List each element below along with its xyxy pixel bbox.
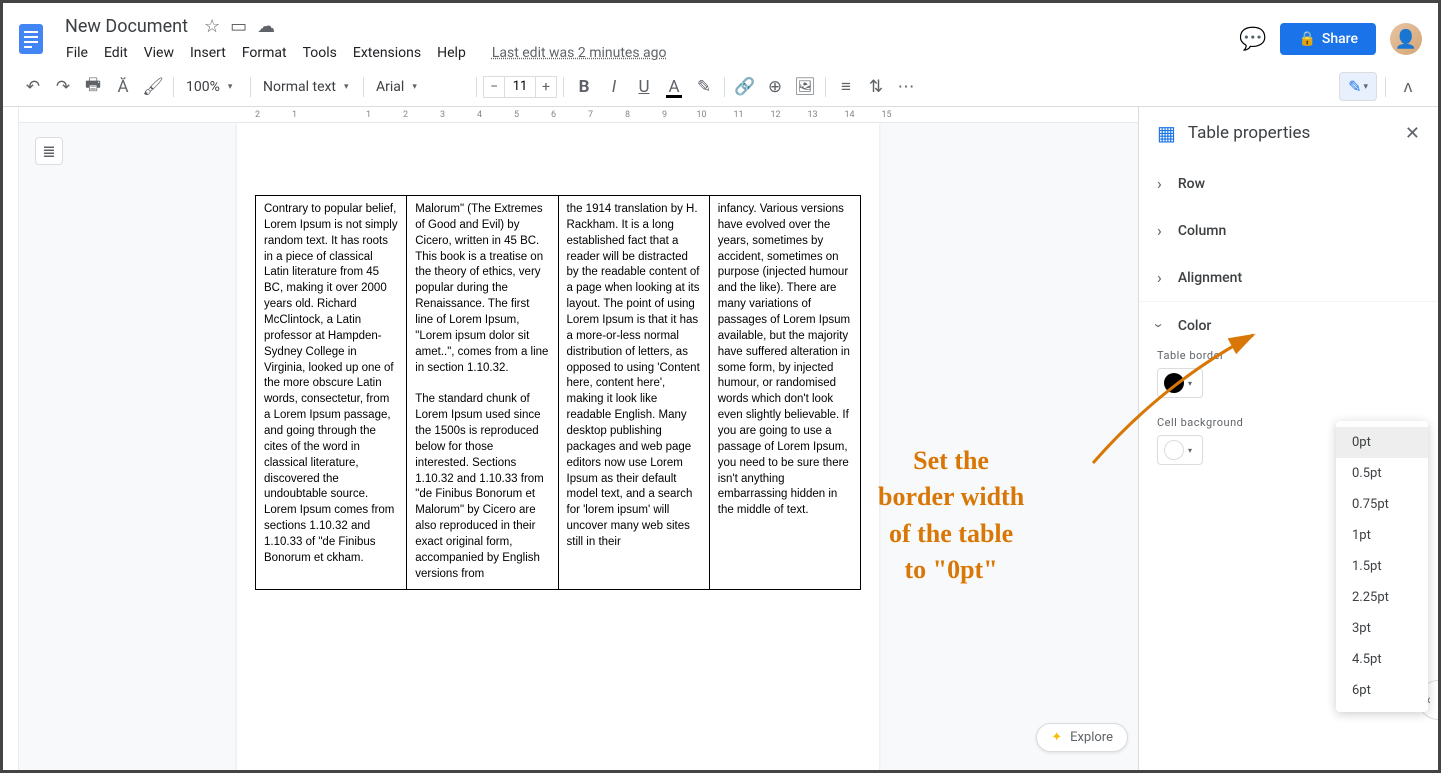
share-label: Share bbox=[1322, 31, 1358, 47]
insert-image-button[interactable]: 🖼 bbox=[791, 73, 819, 101]
border-width-option[interactable]: 4.5pt bbox=[1336, 644, 1428, 675]
explore-button[interactable]: ✦ Explore bbox=[1036, 723, 1128, 752]
border-color-picker[interactable] bbox=[1157, 368, 1203, 398]
menu-bar: File Edit View Insert Format Tools Exten… bbox=[59, 41, 1239, 65]
border-width-option[interactable]: 1.5pt bbox=[1336, 551, 1428, 582]
share-button[interactable]: 🔒 Share bbox=[1280, 23, 1376, 55]
table-border-label: Table border bbox=[1157, 349, 1420, 362]
section-row[interactable]: › Row bbox=[1139, 160, 1438, 207]
underline-button[interactable]: U bbox=[630, 73, 658, 101]
bold-button[interactable]: B bbox=[570, 73, 598, 101]
section-color[interactable]: › Color bbox=[1139, 301, 1438, 349]
border-width-option[interactable]: 0.5pt bbox=[1336, 458, 1428, 489]
more-button[interactable]: ⋯ bbox=[892, 73, 920, 101]
table-cell[interactable]: the 1914 translation by H. Rackham. It i… bbox=[558, 196, 709, 590]
menu-edit[interactable]: Edit bbox=[97, 41, 135, 65]
font-size-increase[interactable]: + bbox=[535, 76, 557, 98]
font-select[interactable]: Arial bbox=[370, 75, 470, 99]
paragraph-style-select[interactable]: Normal text bbox=[257, 75, 357, 99]
vertical-ruler[interactable] bbox=[3, 107, 19, 770]
insert-link-button[interactable]: 🔗 bbox=[731, 73, 759, 101]
comments-icon[interactable]: 💬 bbox=[1239, 27, 1266, 52]
horizontal-ruler[interactable]: 21123456789101112131415 bbox=[3, 107, 1138, 123]
editing-mode-button[interactable]: ✎▾ bbox=[1339, 72, 1377, 101]
explore-icon: ✦ bbox=[1051, 730, 1062, 745]
print-button[interactable]: 🖶 bbox=[79, 73, 107, 101]
chevron-right-icon: › bbox=[1157, 174, 1162, 193]
table-properties-sidebar: ▦ Table properties ✕ › Row › Column › Al… bbox=[1138, 107, 1438, 770]
user-avatar[interactable]: 👤 bbox=[1390, 23, 1422, 55]
border-width-option[interactable]: 2.25pt bbox=[1336, 582, 1428, 613]
spellcheck-button[interactable]: Ă bbox=[109, 73, 137, 101]
undo-button[interactable]: ↶ bbox=[19, 73, 47, 101]
text-color-button[interactable]: A bbox=[660, 73, 688, 101]
menu-insert[interactable]: Insert bbox=[183, 41, 233, 65]
menu-view[interactable]: View bbox=[137, 41, 181, 65]
italic-button[interactable]: I bbox=[600, 73, 628, 101]
last-edit-label[interactable]: Last edit was 2 minutes ago bbox=[485, 41, 674, 65]
table-cell[interactable]: infancy. Various versions have evolved o… bbox=[709, 196, 860, 590]
move-icon[interactable]: ▭ bbox=[230, 16, 247, 37]
menu-format[interactable]: Format bbox=[235, 41, 294, 65]
section-column[interactable]: › Column bbox=[1139, 207, 1438, 254]
chevron-right-icon: › bbox=[1157, 221, 1162, 240]
lock-icon: 🔒 bbox=[1298, 31, 1315, 47]
border-width-dropdown: 0pt0.5pt0.75pt1pt1.5pt2.25pt3pt4.5pt6pt bbox=[1336, 421, 1428, 712]
table-cell[interactable]: Contrary to popular belief, Lorem Ipsum … bbox=[256, 196, 407, 590]
outline-toggle-button[interactable]: ≣ bbox=[35, 137, 63, 165]
document-area: 21123456789101112131415 ≣ Contrary to po… bbox=[3, 107, 1138, 770]
menu-file[interactable]: File bbox=[59, 41, 95, 65]
font-size-decrease[interactable]: − bbox=[483, 76, 505, 98]
sidebar-close-button[interactable]: ✕ bbox=[1405, 123, 1420, 144]
border-width-option[interactable]: 6pt bbox=[1336, 675, 1428, 706]
insert-comment-button[interactable]: ⊕ bbox=[761, 73, 789, 101]
menu-help[interactable]: Help bbox=[430, 41, 473, 65]
sidebar-title: Table properties bbox=[1188, 123, 1393, 143]
docs-logo[interactable] bbox=[11, 19, 51, 59]
highlight-button[interactable]: ✎ bbox=[690, 73, 718, 101]
zoom-select[interactable]: 100% bbox=[180, 75, 244, 99]
hide-menus-button[interactable]: ʌ bbox=[1394, 73, 1422, 101]
explore-label: Explore bbox=[1070, 730, 1113, 745]
border-width-option[interactable]: 0pt bbox=[1336, 427, 1428, 458]
chevron-right-icon: › bbox=[1157, 268, 1162, 287]
toolbar: ↶ ↷ 🖶 Ă 🖌 100% Normal text Arial − + B I… bbox=[3, 67, 1438, 107]
menu-extensions[interactable]: Extensions bbox=[346, 41, 428, 65]
table-row[interactable]: Contrary to popular belief, Lorem Ipsum … bbox=[256, 196, 861, 590]
section-alignment[interactable]: › Alignment bbox=[1139, 254, 1438, 301]
document-title[interactable]: New Document bbox=[59, 14, 194, 39]
table-cell[interactable]: Malorum" (The Extremes of Good and Evil)… bbox=[407, 196, 558, 590]
redo-button[interactable]: ↷ bbox=[49, 73, 77, 101]
menu-tools[interactable]: Tools bbox=[296, 41, 344, 65]
border-width-option[interactable]: 0.75pt bbox=[1336, 489, 1428, 520]
line-spacing-button[interactable]: ⇅ bbox=[862, 73, 890, 101]
chevron-down-icon: › bbox=[1150, 323, 1169, 328]
paint-format-button[interactable]: 🖌 bbox=[139, 73, 167, 101]
font-size-input[interactable] bbox=[505, 76, 535, 98]
cell-background-picker[interactable] bbox=[1157, 435, 1203, 465]
table-icon: ▦ bbox=[1157, 121, 1176, 145]
document-table[interactable]: Contrary to popular belief, Lorem Ipsum … bbox=[255, 195, 861, 590]
align-button[interactable]: ≡ bbox=[832, 73, 860, 101]
cloud-icon[interactable]: ☁ bbox=[257, 16, 275, 37]
document-page[interactable]: Contrary to popular belief, Lorem Ipsum … bbox=[237, 123, 879, 770]
border-width-option[interactable]: 3pt bbox=[1336, 613, 1428, 644]
star-icon[interactable]: ☆ bbox=[204, 16, 220, 37]
border-width-option[interactable]: 1pt bbox=[1336, 520, 1428, 551]
